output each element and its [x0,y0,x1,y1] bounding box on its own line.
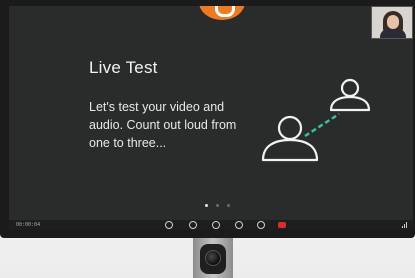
call-timer: 00:00:04 [16,222,41,228]
slide-pagination [205,204,230,207]
tv-bezel: Live Test Let's test your video and audi… [0,0,415,238]
more-icon[interactable] [257,221,265,229]
self-view-face [387,15,399,29]
connection-dashed-line [304,112,340,138]
video-call-screen: Live Test Let's test your video and audi… [9,6,413,230]
slide-body-text: Let's test your video and audio. Count o… [89,100,237,150]
hang-up-icon[interactable] [278,222,286,228]
call-toolbar: 00:00:04 [9,220,413,230]
camera-lens [205,250,221,266]
slide-title: Live Test [89,58,158,77]
pagination-dot[interactable] [205,204,208,207]
microphone-icon[interactable] [189,221,197,229]
video-icon[interactable] [165,221,173,229]
signal-strength-icon [402,222,407,228]
self-view-thumbnail[interactable] [371,6,413,39]
pagination-dot[interactable] [216,204,219,207]
self-view-torso [380,29,406,38]
share-screen-icon[interactable] [235,221,243,229]
orange-logo-icon [199,6,245,20]
pagination-dot[interactable] [227,204,230,207]
user-small-icon [329,78,371,112]
speaker-icon[interactable] [212,221,220,229]
users-connection-illustration [261,78,371,162]
user-large-icon [261,115,319,162]
